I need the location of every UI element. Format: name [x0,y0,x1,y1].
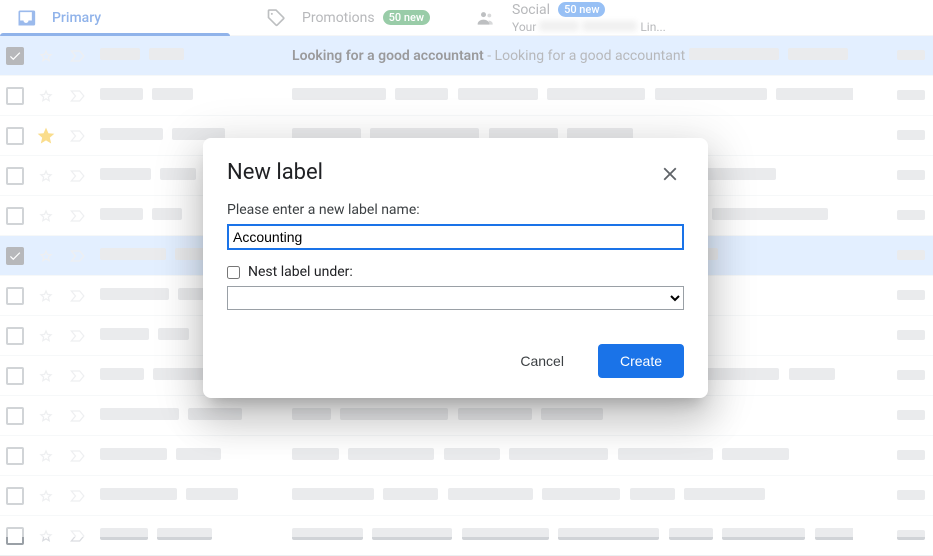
nest-under-select[interactable] [227,286,684,310]
label-name-input[interactable] [227,224,684,250]
dialog-title: New label [227,160,323,185]
new-label-dialog: New label Please enter a new label name:… [203,138,708,398]
create-button[interactable]: Create [598,344,684,378]
close-button[interactable] [656,160,684,188]
cancel-button[interactable]: Cancel [498,344,586,378]
label-name-prompt: Please enter a new label name: [227,202,684,218]
nest-under-checkbox[interactable] [227,266,240,279]
close-icon [659,163,681,185]
nest-under-label: Nest label under: [248,264,353,280]
